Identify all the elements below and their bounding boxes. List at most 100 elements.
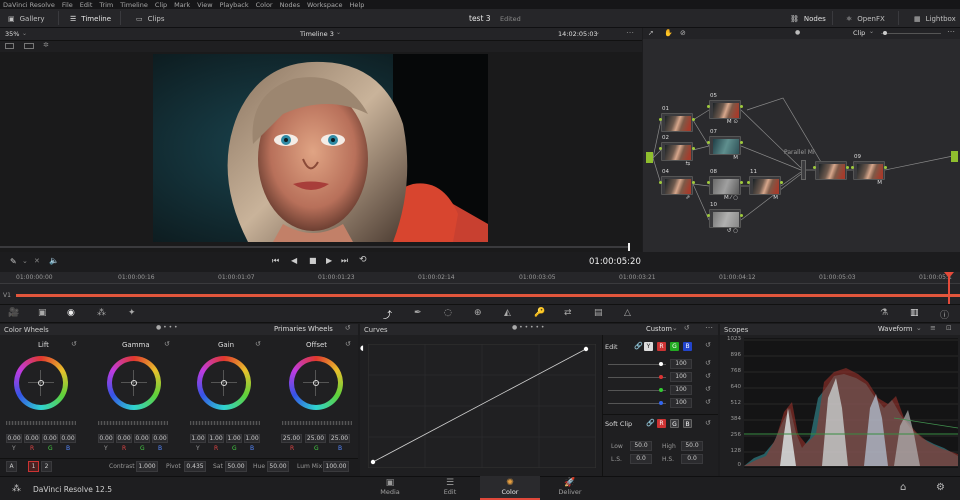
- nodes-button[interactable]: ⛓ Nodes: [782, 9, 834, 28]
- node-input[interactable]: [813, 166, 816, 169]
- gamma-master-wheel[interactable]: [98, 421, 168, 425]
- node-11[interactable]: 11 M: [747, 169, 783, 201]
- intensity-y-value[interactable]: 100: [670, 359, 692, 369]
- scrubber-playhead[interactable]: [628, 243, 630, 251]
- slider-handle[interactable]: [659, 362, 663, 366]
- reset-icon[interactable]: ↺: [705, 385, 711, 393]
- key-icon[interactable]: 🔑: [534, 308, 545, 318]
- image-wipe-icon[interactable]: [5, 43, 14, 49]
- go-to-end-icon[interactable]: ⏭: [341, 256, 348, 266]
- more-options-icon[interactable]: ⋯: [705, 323, 713, 332]
- menu-item-app[interactable]: DaVinci Resolve: [3, 1, 55, 9]
- reset-icon[interactable]: ↺: [345, 324, 351, 332]
- lightbox-button[interactable]: ▦ Lightbox: [906, 9, 960, 28]
- close-icon[interactable]: ✕: [34, 257, 40, 265]
- menu-item-nodes[interactable]: Nodes: [280, 1, 300, 9]
- curve-graph[interactable]: [368, 344, 596, 468]
- green-channel-button[interactable]: G: [670, 342, 679, 351]
- menu-item-file[interactable]: File: [62, 1, 73, 9]
- window-icon[interactable]: ◌: [444, 308, 452, 318]
- reset-icon[interactable]: ↺: [705, 359, 711, 367]
- gain-master-wheel[interactable]: [190, 421, 260, 425]
- contrast-field[interactable]: 1.000: [136, 461, 158, 472]
- warning-icon[interactable]: △: [624, 308, 631, 318]
- menu-item-color[interactable]: Color: [256, 1, 273, 9]
- chevron-down-icon[interactable]: ⌄: [672, 324, 678, 332]
- node-input-port[interactable]: [646, 152, 653, 163]
- lum-mix-field[interactable]: 100.00: [323, 461, 349, 472]
- gain-y-value[interactable]: 1.00: [190, 434, 206, 443]
- more-options-icon[interactable]: ⋯: [626, 28, 634, 37]
- node-input[interactable]: [659, 118, 662, 121]
- red-channel-button[interactable]: R: [657, 342, 666, 351]
- intensity-b-value[interactable]: 100: [670, 398, 692, 408]
- lift-wheel[interactable]: [14, 356, 68, 410]
- lift-r-value[interactable]: 0.00: [24, 434, 40, 443]
- node-04[interactable]: 04 ⇗: [659, 169, 695, 201]
- page-1-button[interactable]: 1: [28, 461, 39, 472]
- slider-handle[interactable]: [659, 401, 663, 405]
- reset-icon[interactable]: ↺: [255, 340, 261, 348]
- page-deliver-button[interactable]: 🚀 Deliver: [540, 476, 600, 500]
- slider-handle[interactable]: [659, 375, 663, 379]
- node-editor[interactable]: ➚ ✋ ⊘ ● Clip ⌄ ⋯ 01 02 ⇆ 04 ⇗ 05 M ⊙ 07 M 08…: [643, 27, 960, 252]
- scope-mode-select[interactable]: Waveform: [878, 325, 913, 333]
- openfx-button[interactable]: ⚛ OpenFX: [838, 9, 893, 28]
- node-output[interactable]: [846, 166, 849, 169]
- hs-field[interactable]: 0.0: [681, 454, 703, 464]
- node-input[interactable]: [747, 181, 750, 184]
- node-08[interactable]: 08 M ⁄ ○: [707, 169, 743, 201]
- sat-field[interactable]: 50.00: [225, 461, 247, 472]
- node-05[interactable]: 05 M ⊙: [707, 93, 743, 125]
- chevron-down-icon[interactable]: ⌄: [22, 30, 27, 37]
- scopes-icon[interactable]: ▥: [910, 308, 919, 318]
- auto-balance-button[interactable]: A: [6, 461, 17, 472]
- pen-icon[interactable]: ✎: [10, 257, 17, 266]
- node-10[interactable]: 10 ↺ ○: [707, 202, 743, 234]
- gallery-button[interactable]: ▣ Gallery: [0, 9, 53, 28]
- node-01[interactable]: 01: [659, 106, 695, 132]
- node-09[interactable]: 09 M: [851, 154, 887, 186]
- chevron-down-icon[interactable]: ⌄: [916, 324, 922, 332]
- node-output[interactable]: [692, 181, 695, 184]
- lift-master-wheel[interactable]: [6, 421, 76, 425]
- settings-icon[interactable]: ≡: [930, 324, 936, 332]
- page-2-button[interactable]: 2: [41, 461, 52, 472]
- soft-clip-green-button[interactable]: G: [670, 419, 679, 428]
- luma-channel-button[interactable]: Y: [644, 342, 653, 351]
- zoom-select[interactable]: 35%: [5, 30, 19, 38]
- info-icon[interactable]: ⓘ: [940, 308, 949, 321]
- reset-icon[interactable]: ↺: [705, 372, 711, 380]
- menu-item-timeline[interactable]: Timeline: [120, 1, 148, 9]
- menu-item-view[interactable]: View: [197, 1, 212, 9]
- motion-effects-icon[interactable]: ✦: [128, 308, 136, 318]
- node-output[interactable]: [692, 147, 695, 150]
- play-icon[interactable]: ▶: [326, 256, 332, 265]
- split-screen-icon[interactable]: [24, 43, 34, 49]
- color-wheels-icon[interactable]: ◉: [67, 308, 75, 318]
- gain-g-value[interactable]: 1.00: [226, 434, 242, 443]
- menu-item-workspace[interactable]: Workspace: [307, 1, 343, 9]
- node-07[interactable]: 07 M: [707, 129, 743, 161]
- node-02[interactable]: 02 ⇆: [659, 135, 695, 167]
- high-field[interactable]: 50.0: [681, 441, 703, 451]
- node-input[interactable]: [707, 141, 710, 144]
- soft-clip-blue-button[interactable]: B: [683, 419, 692, 428]
- clips-button[interactable]: ▭ Clips: [128, 9, 173, 28]
- node-output[interactable]: [740, 181, 743, 184]
- reset-icon[interactable]: ↺: [705, 398, 711, 406]
- node-input[interactable]: [659, 181, 662, 184]
- menu-item-clip[interactable]: Clip: [155, 1, 167, 9]
- curves-mode-select[interactable]: Custom: [646, 325, 672, 333]
- node-output[interactable]: [884, 166, 887, 169]
- gear-icon[interactable]: ⚙: [936, 482, 945, 493]
- blur-icon[interactable]: ◭: [504, 308, 511, 318]
- audio-icon[interactable]: 🔈: [49, 256, 59, 265]
- menu-item-playback[interactable]: Playback: [220, 1, 249, 9]
- node-output[interactable]: [692, 118, 695, 121]
- menu-item-mark[interactable]: Mark: [174, 1, 190, 9]
- timeline-clip-bar[interactable]: [16, 294, 960, 297]
- page-color-button[interactable]: ✺ Color: [480, 476, 540, 500]
- offset-r-value[interactable]: 25.00: [281, 434, 302, 443]
- page-media-button[interactable]: ▣ Media: [360, 476, 420, 500]
